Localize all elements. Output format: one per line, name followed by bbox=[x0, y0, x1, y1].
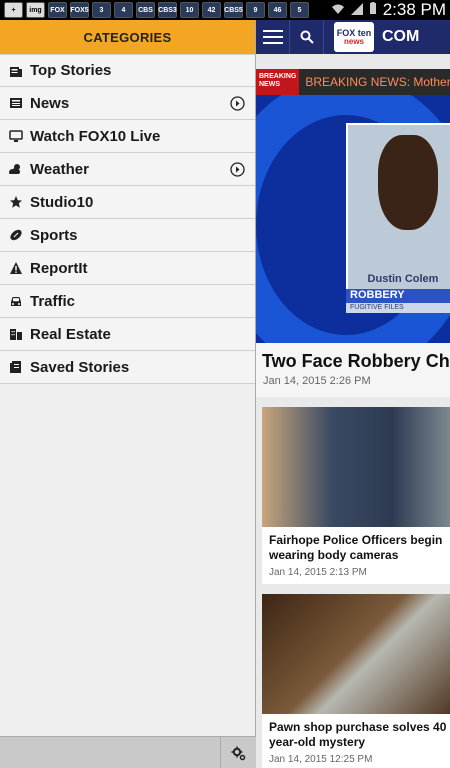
hero-image[interactable]: Dustin Colem ROBBERY FUGITIVE FILES bbox=[256, 95, 450, 343]
weather-icon bbox=[8, 162, 23, 177]
category-label: Saved Stories bbox=[30, 358, 130, 376]
building-icon bbox=[8, 327, 23, 342]
category-label: Real Estate bbox=[30, 325, 111, 343]
expand-arrow-icon[interactable] bbox=[230, 161, 245, 177]
search-icon bbox=[300, 30, 314, 44]
search-button[interactable] bbox=[290, 20, 324, 54]
category-label: Traffic bbox=[30, 292, 76, 310]
hero-banner: ROBBERY bbox=[346, 289, 450, 303]
channel9-app-icon: 9 bbox=[246, 2, 265, 18]
story-card-date: Jan 14, 2015 12:25 PM bbox=[269, 754, 373, 765]
expand-arrow-icon[interactable] bbox=[230, 95, 245, 111]
settings-button[interactable] bbox=[220, 737, 256, 768]
appbar-text: COM bbox=[382, 28, 420, 45]
category-item-news[interactable]: News bbox=[0, 87, 255, 120]
top-story-date: Jan 14, 2015 2:26 PM bbox=[256, 373, 450, 397]
clock: 2:38 PM bbox=[382, 0, 446, 19]
top-story-title[interactable]: Two Face Robbery Ch bbox=[256, 343, 450, 373]
category-label: Top Stories bbox=[30, 62, 112, 79]
mugshot-face bbox=[378, 135, 438, 230]
mugshot-name: Dustin Colem bbox=[367, 273, 439, 285]
category-item-reportit[interactable]: ReportIt bbox=[0, 252, 255, 285]
cbs3-app-icon: CBS3 bbox=[158, 2, 177, 18]
wifi-icon bbox=[331, 3, 345, 18]
drawer-header: CATEGORIES bbox=[0, 20, 255, 54]
add-icon: + bbox=[4, 2, 23, 18]
category-item-saved-stories[interactable]: Saved Stories bbox=[0, 351, 255, 384]
category-item-top-stories[interactable]: Top Stories bbox=[0, 54, 255, 87]
tv-icon bbox=[8, 129, 23, 144]
breaking-news-ticker[interactable]: BREAKING NEWS BREAKING NEWS: Mother bbox=[256, 69, 450, 95]
newspaper-icon bbox=[8, 63, 23, 78]
notification-icons: + img FOX FOX5 3 4 CBS CBS3 10 42 CBS5 9… bbox=[4, 2, 309, 18]
cbs-app-icon: CBS bbox=[136, 2, 155, 18]
story-card-image bbox=[262, 407, 450, 527]
image-icon: img bbox=[26, 2, 45, 18]
category-item-traffic[interactable]: Traffic bbox=[0, 285, 255, 318]
channel5-app-icon: 5 bbox=[290, 2, 309, 18]
app-bar: FOX ten news COM bbox=[256, 20, 450, 54]
category-item-sports[interactable]: Sports bbox=[0, 219, 255, 252]
channel4-app-icon: 4 bbox=[114, 2, 133, 18]
category-label: Studio10 bbox=[30, 193, 94, 211]
category-item-watch-live[interactable]: Watch FOX10 Live bbox=[0, 120, 255, 153]
category-label: Sports bbox=[30, 226, 78, 244]
warning-icon bbox=[8, 261, 23, 276]
hamburger-icon bbox=[262, 30, 283, 44]
fox5-app-icon: FOX5 bbox=[70, 2, 89, 18]
category-item-real-estate[interactable]: Real Estate bbox=[0, 318, 255, 351]
cbs5-app-icon: CBS5 bbox=[224, 2, 243, 18]
system-tray: 2:38 PM bbox=[331, 0, 446, 20]
fox10-logo: FOX ten news bbox=[334, 22, 374, 52]
status-bar: + img FOX FOX5 3 4 CBS CBS3 10 42 CBS5 9… bbox=[0, 0, 450, 20]
drawer-title: CATEGORIES bbox=[83, 29, 172, 45]
breaking-news-text: BREAKING NEWS: Mother bbox=[305, 75, 450, 89]
hero-subtitle: FUGITIVE FILES bbox=[346, 303, 450, 313]
category-item-studio10[interactable]: Studio10 bbox=[0, 186, 255, 219]
star-icon bbox=[8, 195, 23, 210]
story-card-title: Pawn shop purchase solves 40 year-old my… bbox=[269, 720, 447, 749]
category-list: Top Stories News Watch FOX10 Live Weathe… bbox=[0, 54, 255, 384]
menu-button[interactable] bbox=[256, 20, 290, 54]
category-label: Weather bbox=[30, 160, 89, 178]
category-label: News bbox=[30, 94, 70, 112]
category-label: Watch FOX10 Live bbox=[30, 127, 161, 145]
screen: + img FOX FOX5 3 4 CBS CBS3 10 42 CBS5 9… bbox=[0, 0, 450, 768]
saved-icon bbox=[8, 360, 23, 375]
story-card-date: Jan 14, 2015 2:13 PM bbox=[269, 567, 367, 578]
channel3-app-icon: 3 bbox=[92, 2, 111, 18]
signal-icon bbox=[350, 2, 363, 18]
fox-app-icon: FOX bbox=[48, 2, 67, 18]
drawer-footer bbox=[0, 736, 256, 768]
mugshot: Dustin Colem bbox=[346, 123, 450, 311]
category-label: ReportIt bbox=[30, 259, 88, 277]
story-card[interactable]: Fairhope Police Officers begin wearing b… bbox=[262, 407, 450, 584]
channel46-app-icon: 46 bbox=[268, 2, 287, 18]
gear-icon bbox=[231, 746, 246, 760]
channel42-app-icon: 42 bbox=[202, 2, 221, 18]
navigation-drawer: CATEGORIES Top Stories News Watch FOX10 … bbox=[0, 20, 256, 768]
main-content: FOX ten news COM BREAKING NEWS BREAKING … bbox=[256, 20, 450, 768]
battery-icon bbox=[369, 2, 377, 18]
football-icon bbox=[8, 228, 23, 243]
breaking-news-tag: BREAKING NEWS bbox=[256, 69, 300, 95]
car-icon bbox=[8, 294, 23, 309]
channel10-app-icon: 10 bbox=[180, 2, 199, 18]
story-card[interactable]: Pawn shop purchase solves 40 year-old my… bbox=[262, 594, 450, 768]
story-card-image bbox=[262, 594, 450, 714]
story-card-title: Fairhope Police Officers begin wearing b… bbox=[269, 533, 443, 562]
news-icon bbox=[8, 96, 23, 111]
category-item-weather[interactable]: Weather bbox=[0, 153, 255, 186]
